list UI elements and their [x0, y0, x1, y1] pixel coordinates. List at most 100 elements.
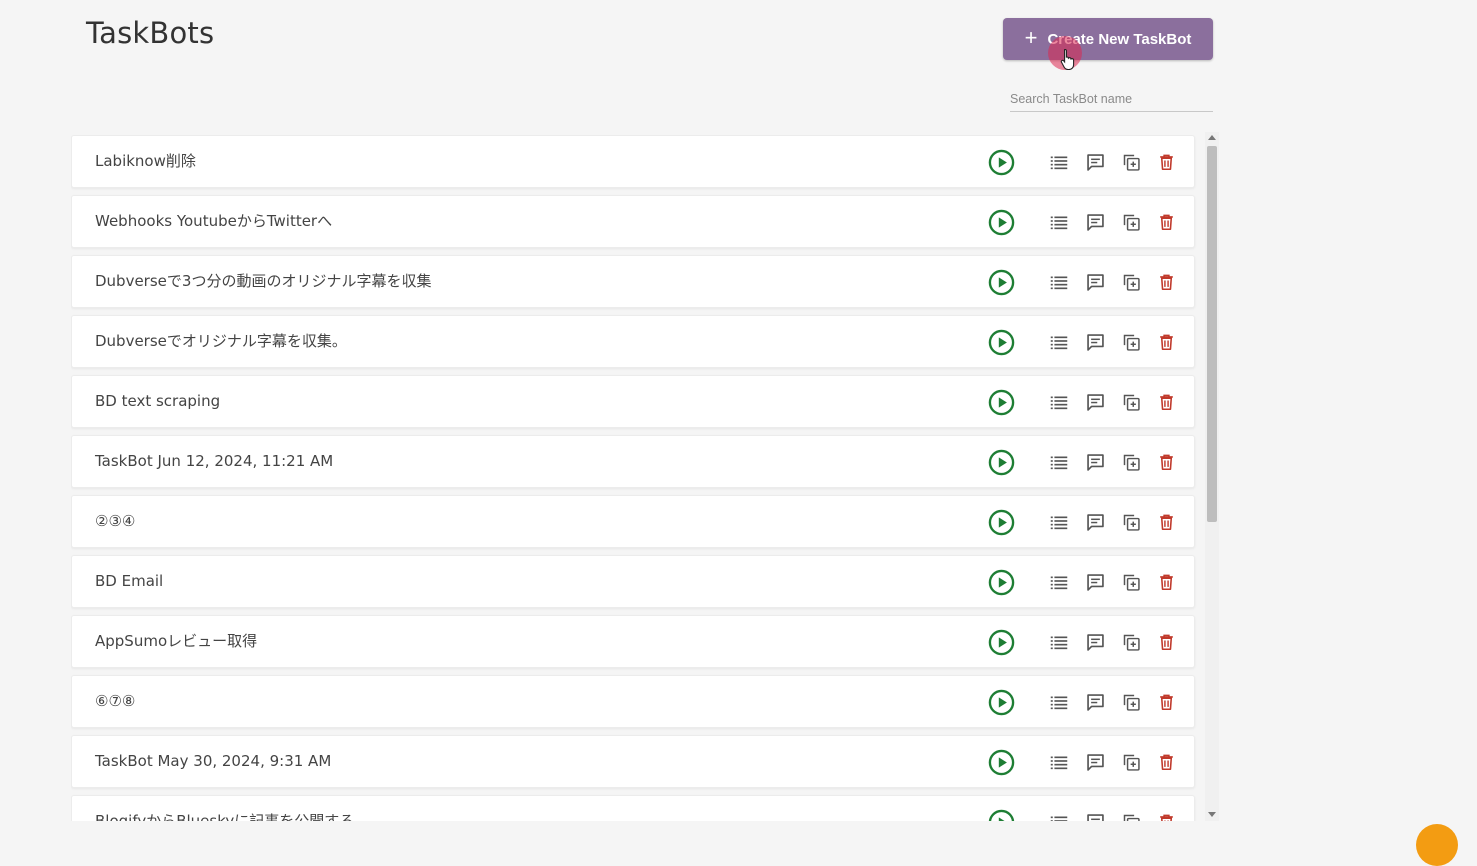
view-steps-button[interactable]	[1047, 510, 1071, 534]
comment-button[interactable]	[1083, 390, 1107, 414]
page-title: TaskBots	[86, 16, 215, 50]
comment-button[interactable]	[1083, 330, 1107, 354]
run-taskbot-button[interactable]	[988, 749, 1015, 776]
list-icon	[1048, 391, 1070, 413]
taskbot-name[interactable]: TaskBot May 30, 2024, 9:31 AM	[95, 736, 331, 787]
run-taskbot-button[interactable]	[988, 509, 1015, 536]
list-icon	[1048, 331, 1070, 353]
scrollbar-thumb[interactable]	[1207, 146, 1217, 522]
taskbot-name[interactable]: BlogifyからBlueskyに記事を公開する	[95, 796, 354, 821]
duplicate-button[interactable]	[1119, 390, 1143, 414]
taskbot-name[interactable]: Dubverseでオリジナル字幕を収集。	[95, 316, 347, 367]
duplicate-button[interactable]	[1119, 210, 1143, 234]
taskbot-row[interactable]: ②③④	[71, 495, 1195, 548]
taskbot-row[interactable]: Dubverseで3つ分の動画のオリジナル字幕を収集	[71, 255, 1195, 308]
run-taskbot-button[interactable]	[988, 449, 1015, 476]
taskbot-row[interactable]: BD text scraping	[71, 375, 1195, 428]
duplicate-button[interactable]	[1119, 450, 1143, 474]
duplicate-button[interactable]	[1119, 570, 1143, 594]
scroll-up-arrow-icon[interactable]	[1208, 135, 1216, 140]
taskbot-row[interactable]: TaskBot May 30, 2024, 9:31 AM	[71, 735, 1195, 788]
view-steps-button[interactable]	[1047, 390, 1071, 414]
delete-button[interactable]	[1154, 750, 1178, 774]
view-steps-button[interactable]	[1047, 330, 1071, 354]
taskbot-row[interactable]: ⑥⑦⑧	[71, 675, 1195, 728]
taskbot-row[interactable]: TaskBot Jun 12, 2024, 11:21 AM	[71, 435, 1195, 488]
delete-button[interactable]	[1154, 450, 1178, 474]
duplicate-button[interactable]	[1119, 330, 1143, 354]
scroll-down-arrow-icon[interactable]	[1208, 812, 1216, 817]
taskbot-name[interactable]: TaskBot Jun 12, 2024, 11:21 AM	[95, 436, 333, 487]
view-steps-button[interactable]	[1047, 270, 1071, 294]
taskbot-row[interactable]: Dubverseでオリジナル字幕を収集。	[71, 315, 1195, 368]
run-taskbot-button[interactable]	[988, 629, 1015, 656]
create-button-label: Create New TaskBot	[1047, 30, 1192, 48]
delete-button[interactable]	[1154, 570, 1178, 594]
taskbot-name[interactable]: ⑥⑦⑧	[95, 676, 135, 727]
trash-icon	[1157, 273, 1176, 292]
duplicate-button[interactable]	[1119, 690, 1143, 714]
view-steps-button[interactable]	[1047, 750, 1071, 774]
taskbot-list: Labiknow削除 Webhooks YoutubeからTwitterへ Dubv…	[71, 135, 1197, 821]
duplicate-button[interactable]	[1119, 270, 1143, 294]
run-taskbot-button[interactable]	[988, 389, 1015, 416]
delete-button[interactable]	[1154, 810, 1178, 821]
delete-button[interactable]	[1154, 210, 1178, 234]
run-taskbot-button[interactable]	[988, 809, 1015, 821]
comment-button[interactable]	[1083, 750, 1107, 774]
view-steps-button[interactable]	[1047, 810, 1071, 821]
view-steps-button[interactable]	[1047, 630, 1071, 654]
taskbot-name[interactable]: BD Email	[95, 556, 163, 607]
search-taskbot-input[interactable]	[1010, 86, 1213, 112]
view-steps-button[interactable]	[1047, 450, 1071, 474]
duplicate-button[interactable]	[1119, 150, 1143, 174]
delete-button[interactable]	[1154, 690, 1178, 714]
delete-button[interactable]	[1154, 330, 1178, 354]
run-taskbot-button[interactable]	[988, 569, 1015, 596]
duplicate-button[interactable]	[1119, 750, 1143, 774]
comment-button[interactable]	[1083, 510, 1107, 534]
duplicate-icon	[1121, 212, 1142, 233]
comment-button[interactable]	[1083, 150, 1107, 174]
comment-button[interactable]	[1083, 210, 1107, 234]
run-taskbot-button[interactable]	[988, 149, 1015, 176]
delete-button[interactable]	[1154, 510, 1178, 534]
taskbot-name[interactable]: Dubverseで3つ分の動画のオリジナル字幕を収集	[95, 256, 431, 307]
view-steps-button[interactable]	[1047, 690, 1071, 714]
comment-button[interactable]	[1083, 270, 1107, 294]
delete-button[interactable]	[1154, 150, 1178, 174]
delete-button[interactable]	[1154, 270, 1178, 294]
duplicate-button[interactable]	[1119, 630, 1143, 654]
help-chat-button[interactable]	[1416, 824, 1458, 866]
taskbot-row[interactable]: AppSumoレビュー取得	[71, 615, 1195, 668]
view-steps-button[interactable]	[1047, 150, 1071, 174]
taskbot-name[interactable]: BD text scraping	[95, 376, 220, 427]
run-taskbot-button[interactable]	[988, 269, 1015, 296]
taskbot-name[interactable]: Labiknow削除	[95, 136, 196, 187]
delete-button[interactable]	[1154, 630, 1178, 654]
taskbot-row[interactable]: Webhooks YoutubeからTwitterへ	[71, 195, 1195, 248]
taskbot-row[interactable]: BlogifyからBlueskyに記事を公開する	[71, 795, 1195, 821]
play-circle-icon	[988, 209, 1015, 236]
run-taskbot-button[interactable]	[988, 329, 1015, 356]
run-taskbot-button[interactable]	[988, 689, 1015, 716]
taskbot-name[interactable]: AppSumoレビュー取得	[95, 616, 257, 667]
comment-button[interactable]	[1083, 630, 1107, 654]
duplicate-button[interactable]	[1119, 810, 1143, 821]
duplicate-button[interactable]	[1119, 510, 1143, 534]
comment-button[interactable]	[1083, 450, 1107, 474]
delete-button[interactable]	[1154, 390, 1178, 414]
comment-button[interactable]	[1083, 690, 1107, 714]
comment-button[interactable]	[1083, 570, 1107, 594]
taskbot-name[interactable]: ②③④	[95, 496, 135, 547]
create-new-taskbot-button[interactable]: + Create New TaskBot	[1003, 18, 1213, 60]
comment-button[interactable]	[1083, 810, 1107, 821]
taskbot-name[interactable]: Webhooks YoutubeからTwitterへ	[95, 196, 332, 247]
view-steps-button[interactable]	[1047, 210, 1071, 234]
run-taskbot-button[interactable]	[988, 209, 1015, 236]
taskbot-row[interactable]: BD Email	[71, 555, 1195, 608]
taskbot-row[interactable]: Labiknow削除	[71, 135, 1195, 188]
list-scrollbar[interactable]	[1205, 132, 1219, 821]
view-steps-button[interactable]	[1047, 570, 1071, 594]
trash-icon	[1157, 513, 1176, 532]
